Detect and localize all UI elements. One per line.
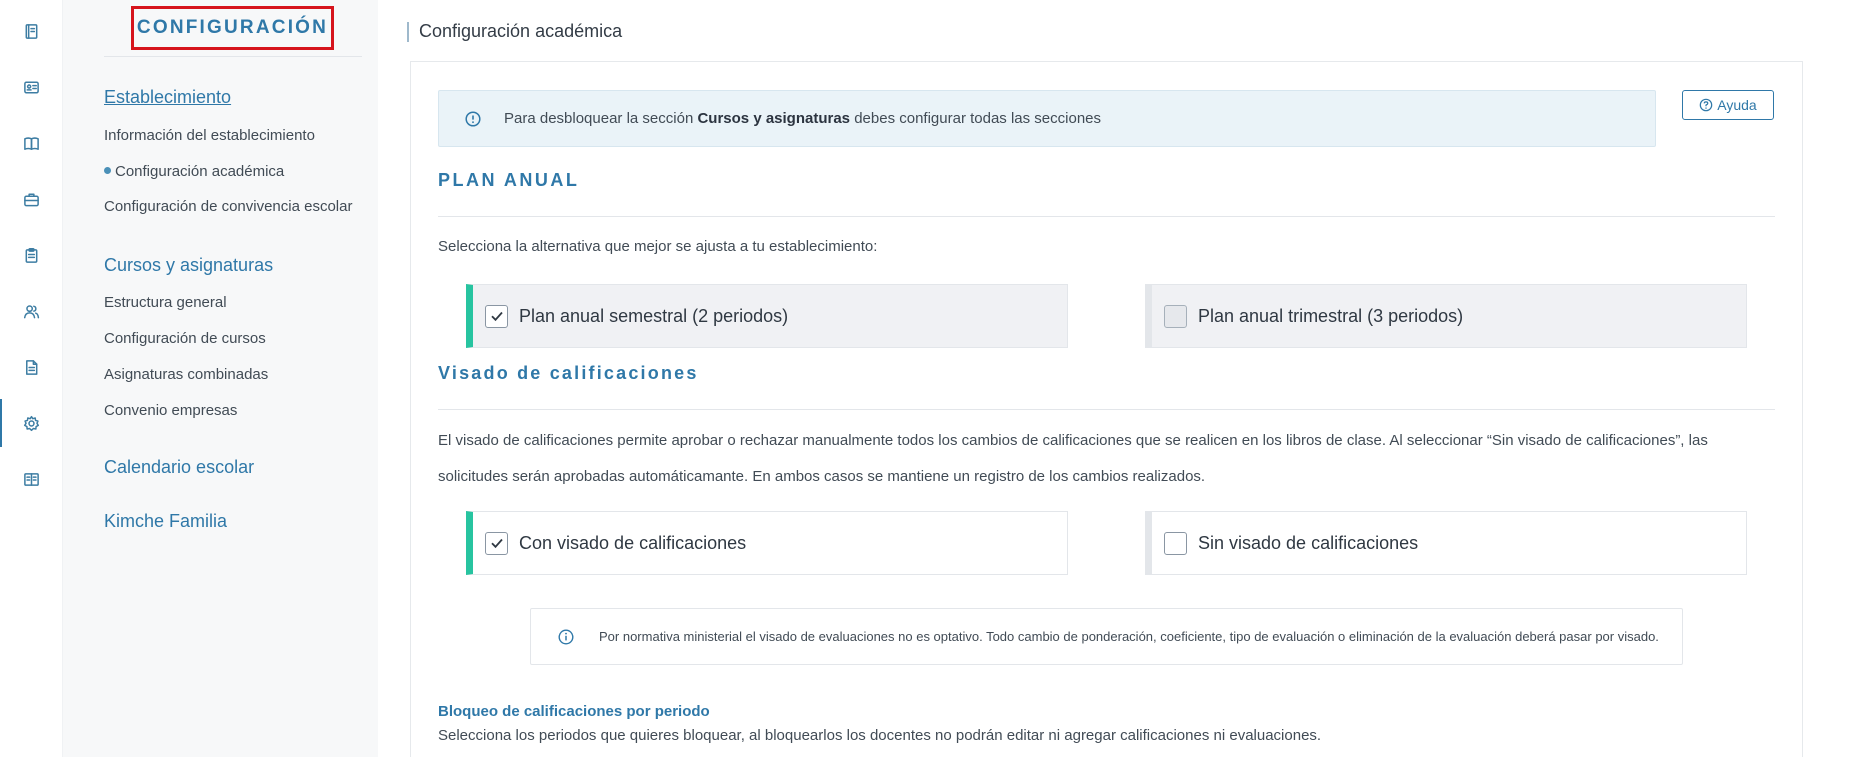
breadcrumb-marker [407,22,409,42]
help-icon [1699,98,1713,112]
plan-prompt: Selecciona la alternativa que mejor se a… [438,238,878,255]
option-sin-visado[interactable]: Sin visado de calificaciones [1145,511,1747,575]
visado-heading: Visado de calificaciones [438,363,699,383]
icon-rail [0,0,63,757]
alert-text-bold: Cursos y asignaturas [697,110,851,127]
bloqueo-heading: Bloqueo de calificaciones por periodo [438,703,710,720]
sidebar-divider [104,56,362,57]
section-divider [438,216,1775,217]
sidebar-item-asignaturas[interactable]: Asignaturas combinadas [104,366,268,383]
plan-anual-heading: PLAN ANUAL [438,170,580,190]
active-indicator [104,166,111,174]
checkbox-checked[interactable] [485,304,508,328]
book-icon[interactable] [0,119,63,167]
sidebar-item-configuracion-cursos[interactable]: Configuración de cursos [104,330,266,347]
sidebar-title: CONFIGURACIÓN [131,6,334,50]
notebook-icon[interactable] [0,7,63,55]
sidebar-item-configuracion-academica[interactable]: Configuración académica [104,163,284,180]
breadcrumb: Configuración académica [419,21,623,41]
sidebar-item-convivencia[interactable]: Configuración de convivencia escolar [104,198,352,215]
option-label: Sin visado de calificaciones [1198,532,1419,553]
note-text: Por normativa ministerial el visado de e… [599,629,1659,644]
help-button[interactable]: Ayuda [1682,90,1774,120]
bloqueo-description: Selecciona los periodos que quieres bloq… [438,727,1322,744]
help-label: Ayuda [1717,97,1757,113]
sidebar-item-estructura[interactable]: Estructura general [104,294,227,311]
open-book-icon[interactable] [0,455,63,503]
check-icon [490,538,503,549]
visado-description: El visado de calificaciones permite apro… [438,432,1708,485]
option-plan-semestral[interactable]: Plan anual semestral (2 periodos) [466,284,1068,348]
id-card-icon[interactable] [0,63,63,111]
sidebar-section-establecimiento[interactable]: Establecimiento [104,87,231,108]
document-icon[interactable] [0,343,63,391]
sidebar-item-label: Configuración académica [115,163,285,180]
alert-text-before: Para desbloquear la sección [504,110,698,127]
option-label: Plan anual semestral (2 periodos) [519,305,789,326]
checkbox-unchecked[interactable] [1164,531,1187,555]
briefcase-icon[interactable] [0,175,63,223]
checkbox-checked[interactable] [485,531,508,555]
checkbox-unchecked[interactable] [1164,304,1187,328]
option-con-visado[interactable]: Con visado de calificaciones [466,511,1068,575]
info-icon [465,110,481,127]
gear-icon[interactable] [0,399,63,447]
users-icon[interactable] [0,287,63,335]
sidebar-section-cursos[interactable]: Cursos y asignaturas [104,255,273,276]
option-label: Con visado de calificaciones [519,532,747,553]
info-alert: Para desbloquear la sección Cursos y asi… [438,90,1656,147]
section-divider [438,409,1775,410]
visado-note: Por normativa ministerial el visado de e… [530,608,1683,665]
sidebar-item-informacion[interactable]: Información del establecimiento [104,127,315,144]
clipboard-icon[interactable] [0,231,63,279]
option-plan-trimestral[interactable]: Plan anual trimestral (3 periodos) [1145,284,1747,348]
check-icon [490,311,503,322]
sidebar-section-kimche[interactable]: Kimche Familia [104,511,227,532]
alert-text-after: debes configurar todas las secciones [850,110,1102,127]
option-label: Plan anual trimestral (3 periodos) [1198,305,1464,326]
sidebar-section-calendario[interactable]: Calendario escolar [104,457,254,478]
sidebar-item-convenio[interactable]: Convenio empresas [104,402,237,419]
alert-text: Para desbloquear la sección Cursos y asi… [504,110,1101,127]
info-icon [558,628,574,645]
